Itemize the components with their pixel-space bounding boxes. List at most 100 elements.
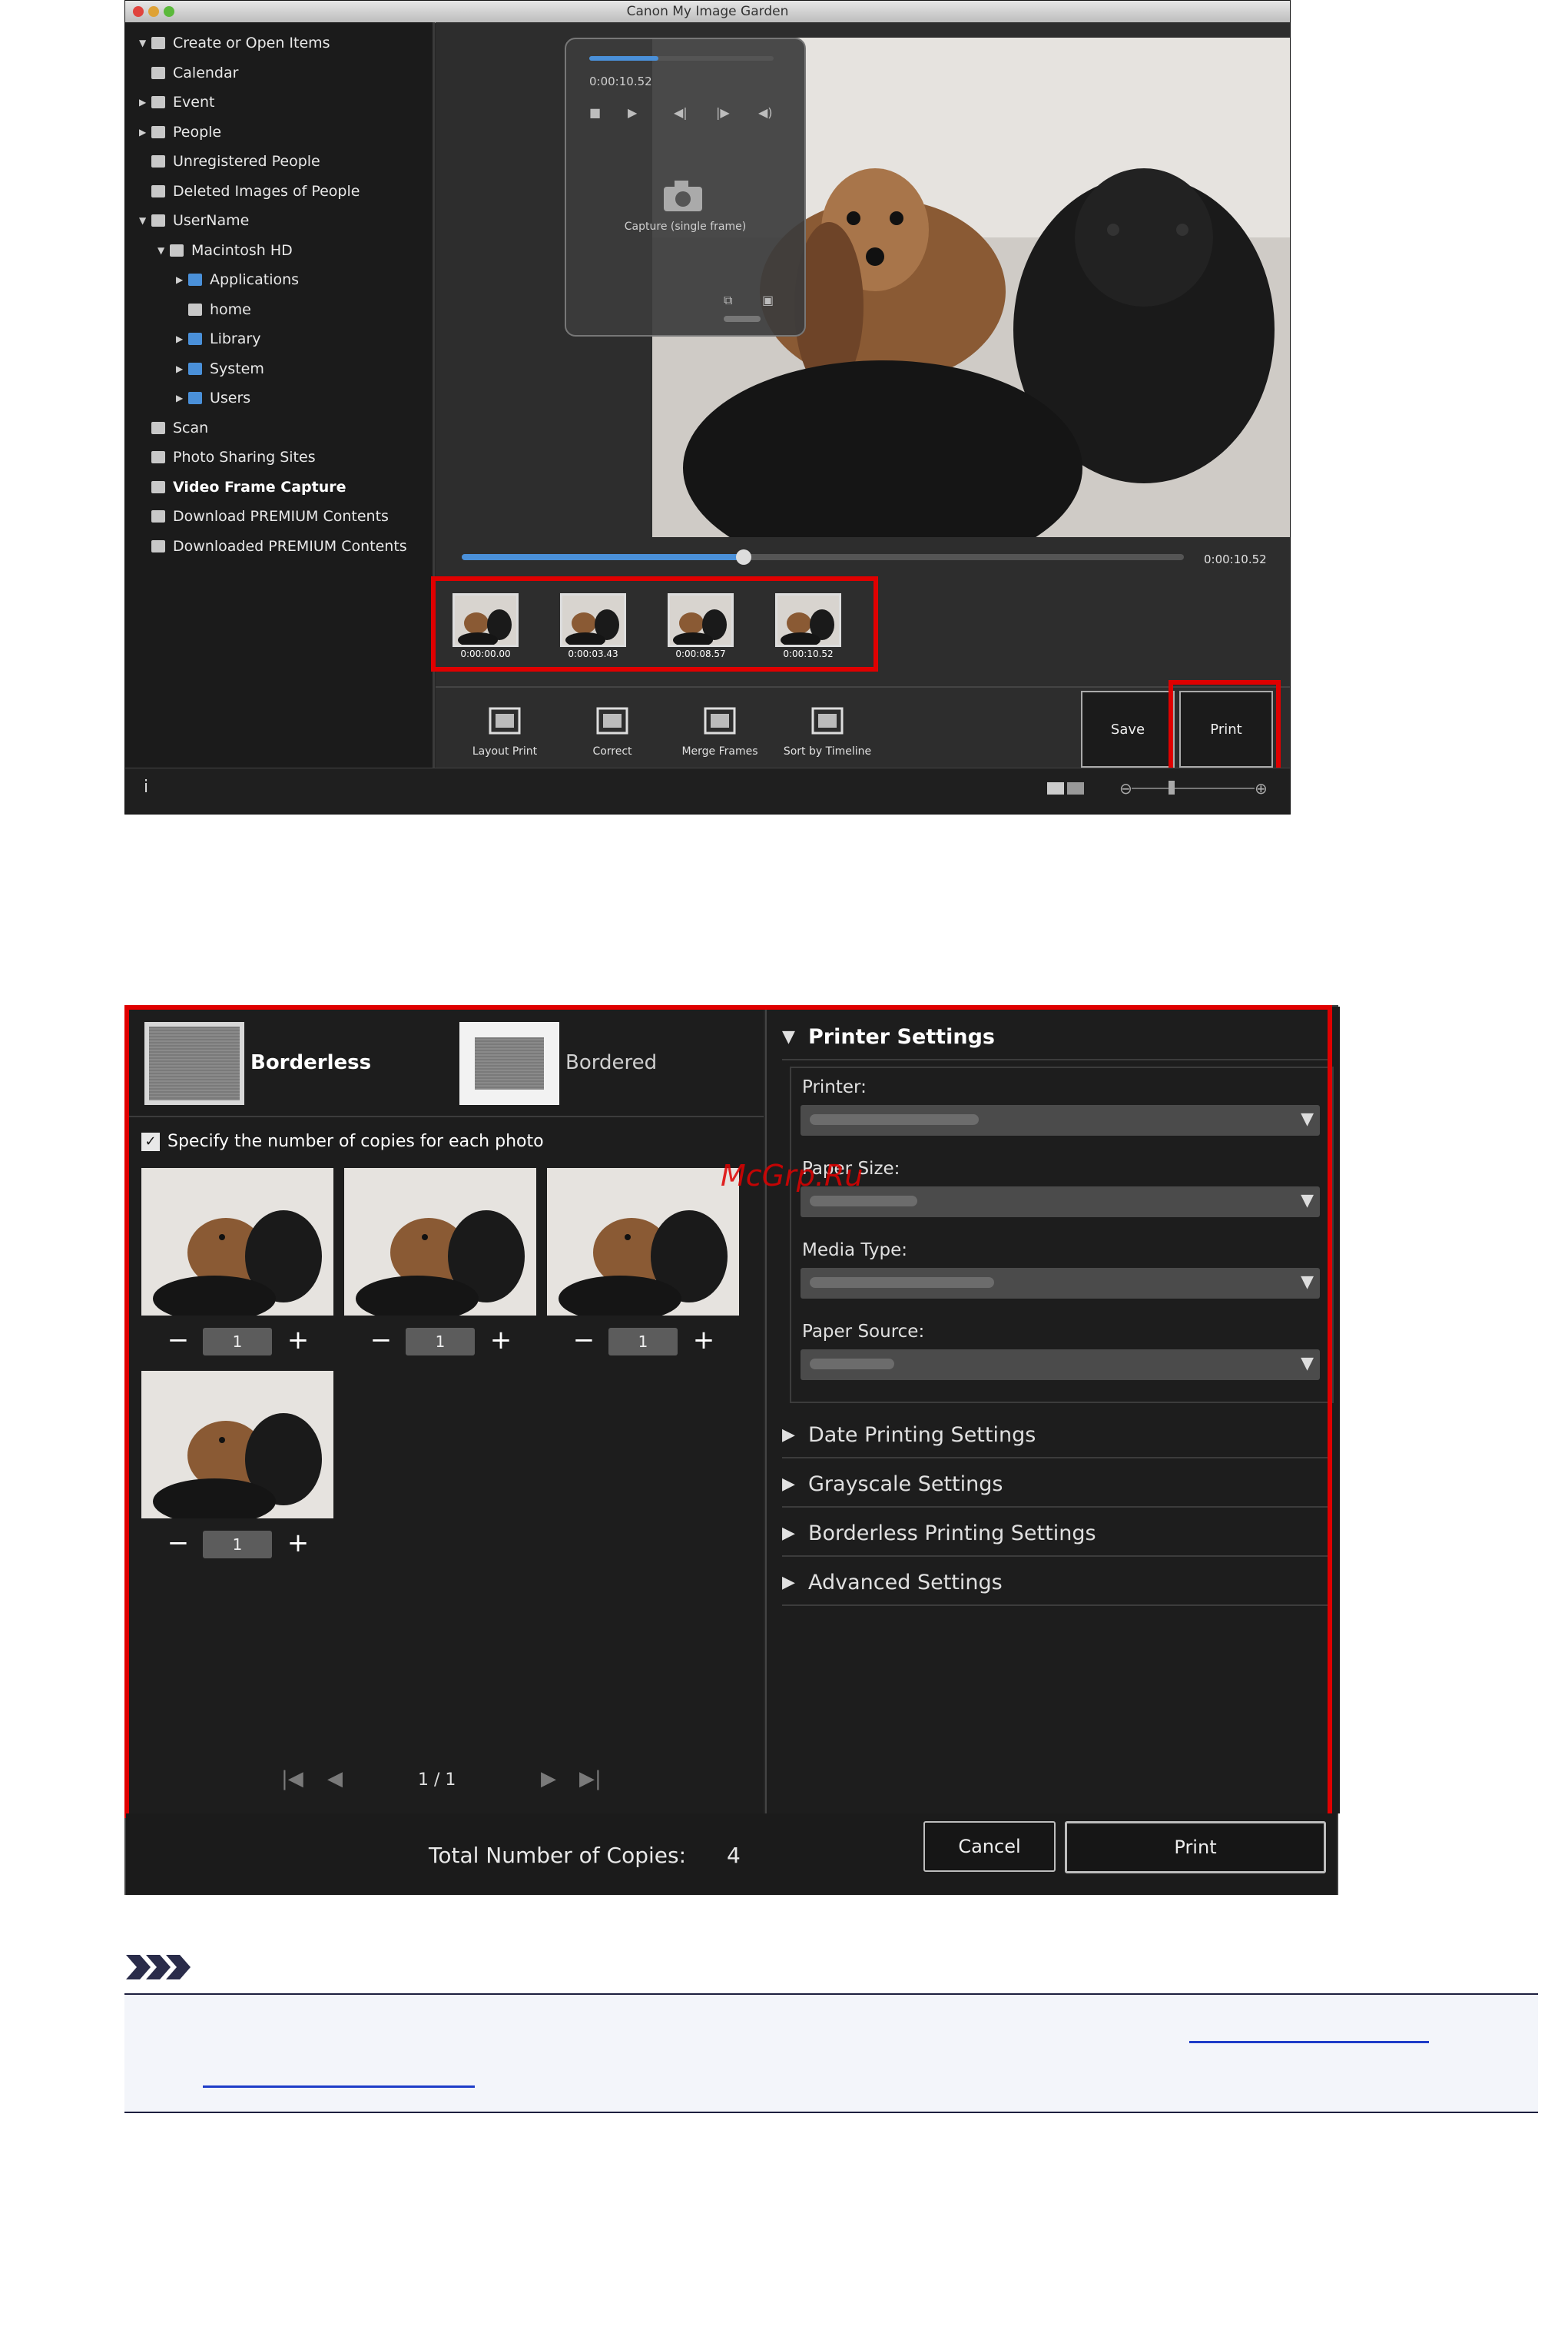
sidebar-item-label: UserName (173, 212, 250, 229)
sidebar-item-label: Video Frame Capture (173, 478, 346, 496)
expanded-arrow-icon[interactable]: ▼ (139, 38, 151, 48)
sidebar-item[interactable]: Calendar (139, 60, 238, 86)
expanded-arrow-icon[interactable]: ▼ (139, 215, 151, 226)
frame-timecode: 0:00:03.43 (568, 649, 618, 659)
frame-image (452, 593, 519, 647)
item-icon (151, 184, 165, 197)
dialog-footer: Total Number of Copies: 4 Cancel Print (126, 1813, 1337, 1895)
expanded-arrow-icon[interactable]: ▼ (157, 245, 170, 256)
collapsed-arrow-icon[interactable]: ▶ (139, 127, 151, 138)
sidebar-item[interactable]: Download PREMIUM Contents (139, 503, 389, 529)
stop-icon[interactable]: ■ (589, 105, 601, 120)
zoom-in-icon[interactable]: ⊕ (1255, 779, 1268, 798)
volume-icon[interactable]: ◀) (758, 105, 773, 120)
capture-single-icon[interactable]: ▣ (762, 293, 774, 307)
capture-multi-icon[interactable]: ⧉ (724, 293, 732, 308)
sidebar-item[interactable]: Photo Sharing Sites (139, 444, 316, 470)
sidebar-item-label: Calendar (173, 64, 239, 81)
collapsed-arrow-icon[interactable]: ▶ (176, 363, 188, 374)
view-list-icon[interactable] (1047, 782, 1064, 795)
frame-timecode: 0:00:00.00 (460, 649, 511, 659)
sidebar-item-label: Unregistered People (173, 153, 320, 170)
collapsed-arrow-icon[interactable]: ▶ (176, 393, 188, 403)
total-copies-value: 4 (727, 1843, 741, 1868)
timeline-fill (462, 554, 744, 560)
sidebar-item[interactable]: ▼ UserName (139, 207, 249, 234)
playback-control-panel: 0:00:10.52 ■ ▶ ◀| |▶ ◀) Capture (single … (565, 38, 806, 337)
tool-button[interactable]: Merge Frames (674, 702, 766, 758)
tool-button[interactable]: Correct (566, 702, 658, 758)
camera-icon[interactable] (662, 178, 705, 213)
print-settings-dialog: Borderless Bordered ✓ Specify the number… (124, 1005, 1340, 1895)
sidebar-item[interactable]: Video Frame Capture (139, 474, 346, 500)
frame-thumbnail[interactable]: 0:00:03.43 (560, 593, 626, 661)
sidebar-item-label: Download PREMIUM Contents (173, 508, 389, 525)
view-grid-icon[interactable] (1067, 782, 1084, 795)
folder-icon (188, 362, 202, 375)
item-icon (188, 303, 202, 316)
step-back-icon[interactable]: ◀| (674, 105, 688, 120)
tool-label: Correct (592, 745, 632, 758)
sidebar-item[interactable]: Deleted Images of People (139, 178, 360, 204)
print-highlight-box (1169, 680, 1281, 775)
zoom-slider-knob[interactable] (1169, 781, 1175, 795)
panel-seek-fill (589, 56, 658, 61)
item-icon (151, 451, 165, 463)
item-icon (151, 421, 165, 434)
sidebar-item-label: System (210, 360, 264, 377)
sidebar-item[interactable]: ▶ People (139, 119, 221, 145)
sidebar-item-label: Deleted Images of People (173, 182, 360, 200)
play-icon[interactable]: ▶ (628, 105, 637, 120)
sidebar-item[interactable]: ▶ Applications (176, 267, 299, 293)
item-icon (151, 37, 165, 49)
item-icon (151, 96, 165, 108)
tool-button[interactable]: Sort by Timeline (781, 702, 874, 758)
tool-button[interactable]: Layout Print (459, 702, 551, 758)
folder-icon (188, 392, 202, 404)
sidebar-item[interactable]: ▼ Macintosh HD (157, 237, 293, 264)
item-icon (151, 510, 165, 523)
sidebar-item[interactable]: ▶ Library (176, 326, 260, 352)
folder-icon (188, 333, 202, 345)
sidebar-item[interactable]: home (176, 297, 251, 323)
sidebar-item[interactable]: Unregistered People (139, 148, 320, 174)
collapsed-arrow-icon[interactable]: ▶ (139, 97, 151, 108)
zoom-slider[interactable] (1132, 788, 1255, 789)
panel-seek-bar[interactable] (589, 56, 774, 61)
frame-image (775, 593, 841, 647)
frame-thumbnail[interactable]: 0:00:10.52 (775, 593, 841, 661)
frame-image (668, 593, 734, 647)
save-button[interactable]: Save (1081, 691, 1175, 768)
sidebar-item-label: Downloaded PREMIUM Contents (173, 537, 407, 555)
timeline-slider[interactable] (462, 549, 1184, 565)
collapsed-arrow-icon[interactable]: ▶ (176, 333, 188, 344)
sidebar-item-label: Scan (173, 419, 209, 436)
collapsed-arrow-icon[interactable]: ▶ (176, 274, 188, 285)
item-icon (151, 539, 165, 552)
note-link-1[interactable] (1189, 2041, 1429, 2043)
sidebar-item[interactable]: ▶ Users (176, 385, 250, 411)
sidebar: ▼ Create or Open Items Calendar ▶ Event ▶ Peop… (125, 22, 435, 768)
note-link-2[interactable] (203, 2085, 475, 2088)
zoom-out-icon[interactable]: ⊖ (1119, 779, 1132, 798)
sidebar-item[interactable]: Downloaded PREMIUM Contents (139, 533, 407, 559)
sidebar-item[interactable]: ▼ Create or Open Items (139, 30, 330, 56)
sidebar-item[interactable]: ▶ System (176, 356, 264, 382)
timeline-knob[interactable] (735, 549, 751, 565)
sidebar-item-label: home (210, 300, 251, 318)
correct-icon (593, 702, 632, 741)
sidebar-item-label: Users (210, 390, 251, 406)
frame-thumbnail[interactable]: 0:00:08.57 (668, 593, 734, 661)
sidebar-item[interactable]: ▶ Event (139, 89, 214, 115)
panel-handle[interactable] (724, 316, 761, 322)
frame-thumbnail[interactable]: 0:00:00.00 (452, 593, 519, 661)
note-icon (126, 1955, 191, 1979)
video-frame-capture-window: Canon My Image Garden ▼ Create or Open It… (124, 0, 1291, 815)
print-button[interactable]: Print (1065, 1821, 1326, 1873)
cancel-button[interactable]: Cancel (923, 1821, 1056, 1872)
sidebar-item[interactable]: Scan (139, 415, 208, 441)
sort-by-timeline-icon (808, 702, 847, 741)
step-forward-icon[interactable]: |▶ (716, 105, 730, 120)
info-icon[interactable]: i (144, 778, 148, 797)
tool-label: Layout Print (472, 745, 538, 758)
